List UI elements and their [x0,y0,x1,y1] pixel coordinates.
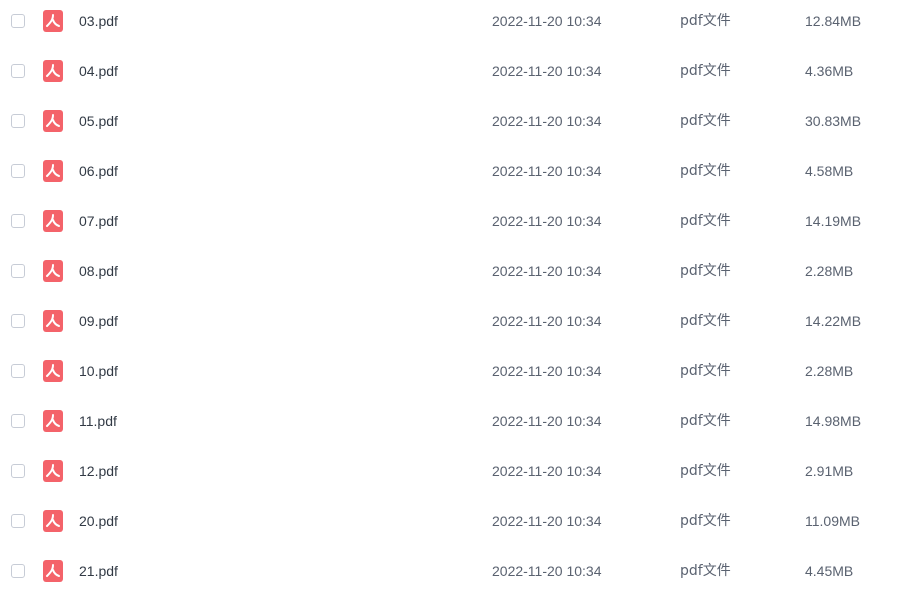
pdf-file-icon [43,110,63,132]
file-type: pdf文件 [680,563,731,579]
file-type: pdf文件 [680,513,731,529]
pdf-file-icon [43,10,63,32]
row-checkbox[interactable] [11,414,25,428]
file-size: 30.83MB [805,113,862,129]
file-name[interactable]: 12.pdf [79,462,118,480]
file-size: 2.28MB [805,363,854,379]
file-row[interactable]: 12.pdf 2022-11-20 10:34 pdf文件 2.91MB [0,446,906,496]
pdf-file-icon [43,510,63,532]
file-row[interactable]: 07.pdf 2022-11-20 10:34 pdf文件 14.19MB [0,196,906,246]
file-row[interactable]: 03.pdf 2022-11-20 10:34 pdf文件 12.84MB [0,0,906,46]
row-checkbox[interactable] [11,264,25,278]
row-checkbox[interactable] [11,164,25,178]
file-size: 14.98MB [805,413,862,429]
pdf-file-icon [43,560,63,582]
modified-date: 2022-11-20 10:34 [492,413,602,429]
file-size: 4.36MB [805,63,854,79]
row-checkbox[interactable] [11,364,25,378]
file-type: pdf文件 [680,113,731,129]
modified-date: 2022-11-20 10:34 [492,563,602,579]
file-name[interactable]: 04.pdf [79,62,118,80]
file-row[interactable]: 08.pdf 2022-11-20 10:34 pdf文件 2.28MB [0,246,906,296]
row-checkbox[interactable] [11,464,25,478]
pdf-file-icon [43,160,63,182]
file-size: 4.45MB [805,563,854,579]
file-name[interactable]: 08.pdf [79,262,118,280]
file-list: 03.pdf 2022-11-20 10:34 pdf文件 12.84MB 04… [0,0,906,593]
modified-date: 2022-11-20 10:34 [492,313,602,329]
modified-date: 2022-11-20 10:34 [492,63,602,79]
file-size: 2.28MB [805,263,854,279]
pdf-file-icon [43,60,63,82]
file-name[interactable]: 09.pdf [79,312,118,330]
file-row[interactable]: 05.pdf 2022-11-20 10:34 pdf文件 30.83MB [0,96,906,146]
file-size: 2.91MB [805,463,854,479]
file-name[interactable]: 03.pdf [79,12,118,30]
pdf-file-icon [43,360,63,382]
modified-date: 2022-11-20 10:34 [492,463,602,479]
modified-date: 2022-11-20 10:34 [492,13,602,29]
file-type: pdf文件 [680,413,731,429]
file-type: pdf文件 [680,213,731,229]
row-checkbox[interactable] [11,564,25,578]
file-name[interactable]: 10.pdf [79,362,118,380]
modified-date: 2022-11-20 10:34 [492,363,602,379]
pdf-file-icon [43,260,63,282]
file-size: 14.22MB [805,313,862,329]
modified-date: 2022-11-20 10:34 [492,163,602,179]
row-checkbox[interactable] [11,14,25,28]
file-name[interactable]: 05.pdf [79,112,118,130]
file-type: pdf文件 [680,63,731,79]
file-size: 4.58MB [805,163,854,179]
modified-date: 2022-11-20 10:34 [492,513,602,529]
row-checkbox[interactable] [11,214,25,228]
file-type: pdf文件 [680,13,731,29]
modified-date: 2022-11-20 10:34 [492,113,602,129]
file-type: pdf文件 [680,313,731,329]
file-name[interactable]: 20.pdf [79,512,118,530]
file-size: 11.09MB [805,513,860,529]
file-row[interactable]: 20.pdf 2022-11-20 10:34 pdf文件 11.09MB [0,496,906,546]
row-checkbox[interactable] [11,514,25,528]
file-name[interactable]: 11.pdf [79,412,117,430]
file-type: pdf文件 [680,363,731,379]
modified-date: 2022-11-20 10:34 [492,213,602,229]
modified-date: 2022-11-20 10:34 [492,263,602,279]
row-checkbox[interactable] [11,114,25,128]
file-type: pdf文件 [680,163,731,179]
file-row[interactable]: 04.pdf 2022-11-20 10:34 pdf文件 4.36MB [0,46,906,96]
row-checkbox[interactable] [11,64,25,78]
pdf-file-icon [43,410,63,432]
file-row[interactable]: 21.pdf 2022-11-20 10:34 pdf文件 4.45MB [0,546,906,593]
file-size: 14.19MB [805,213,862,229]
file-name[interactable]: 21.pdf [79,562,118,580]
file-name[interactable]: 07.pdf [79,212,118,230]
file-type: pdf文件 [680,463,731,479]
file-row[interactable]: 06.pdf 2022-11-20 10:34 pdf文件 4.58MB [0,146,906,196]
file-row[interactable]: 11.pdf 2022-11-20 10:34 pdf文件 14.98MB [0,396,906,446]
row-checkbox[interactable] [11,314,25,328]
file-size: 12.84MB [805,13,862,29]
pdf-file-icon [43,460,63,482]
file-row[interactable]: 10.pdf 2022-11-20 10:34 pdf文件 2.28MB [0,346,906,396]
file-row[interactable]: 09.pdf 2022-11-20 10:34 pdf文件 14.22MB [0,296,906,346]
file-type: pdf文件 [680,263,731,279]
pdf-file-icon [43,210,63,232]
file-name[interactable]: 06.pdf [79,162,118,180]
pdf-file-icon [43,310,63,332]
